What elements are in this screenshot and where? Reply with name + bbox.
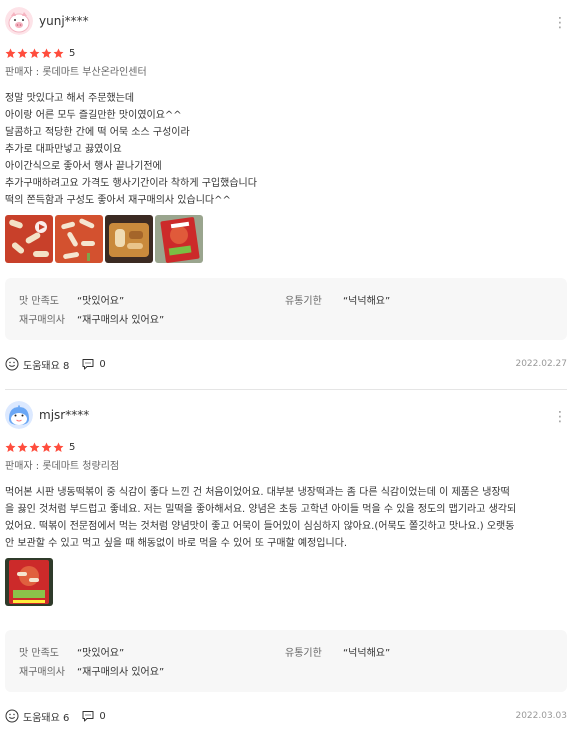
review-footer: 도움돼요 6 0 2022.03.03	[5, 704, 567, 728]
star-icon	[41, 48, 52, 58]
helpful-label: 도움돼요 6	[23, 712, 70, 724]
photo-thumbnail[interactable]	[5, 558, 53, 606]
review-date: 2022.02.27	[515, 359, 567, 369]
comment-icon	[82, 711, 94, 722]
avatar	[5, 7, 33, 35]
photo-thumbnail[interactable]	[55, 215, 103, 263]
rating: 5	[5, 438, 567, 456]
review-header: mjsr**** ⋮	[5, 394, 567, 438]
comment-button[interactable]: 0	[81, 357, 106, 371]
photo-thumbnails	[5, 215, 567, 263]
comment-icon	[82, 359, 94, 370]
taste-value: “맛있어요”	[77, 296, 125, 307]
repurchase-label: 재구매의사	[19, 667, 65, 678]
photo-thumbnails	[5, 558, 567, 606]
rating: 5	[5, 44, 567, 62]
taste-label: 맛 만족도	[19, 648, 59, 659]
smile-icon	[5, 709, 19, 723]
review-text: 먹어본 시판 냉동떡볶이 중 식감이 좋다 느낀 건 처음이었어요. 대부분 냉…	[5, 487, 517, 549]
attribute-summary: 맛 만족도 “맛있어요” 유통기한 “넉넉해요” 재구매의사 “재구매의사 있어…	[5, 278, 567, 340]
comment-count: 0	[99, 710, 106, 722]
photo-thumbnail[interactable]	[155, 215, 203, 263]
taste-label: 맛 만족도	[19, 296, 59, 307]
star-icon	[53, 48, 64, 58]
photo-thumbnail[interactable]	[5, 215, 53, 263]
review-text: 정말 맛있다고 해서 주문했는데 아이랑 어른 모두 즐길만한 맛이였이요^^ …	[5, 93, 257, 206]
more-options-icon[interactable]: ⋮	[553, 14, 567, 32]
expiry-label: 유통기한	[285, 296, 322, 307]
star-icon	[29, 442, 40, 452]
attribute-summary: 맛 만족도 “맛있어요” 유통기한 “넉넉해요” 재구매의사 “재구매의사 있어…	[5, 630, 567, 692]
review-header: yunj**** ⋮	[5, 0, 567, 44]
seller-info: 판매자 : 롯데마트 청량리점	[5, 461, 120, 472]
repurchase-value: “재구매의사 있어요”	[77, 315, 165, 326]
smile-icon	[5, 357, 19, 371]
review-date: 2022.03.03	[515, 711, 567, 721]
helpful-button[interactable]: 도움돼요 6	[5, 709, 69, 724]
star-rating	[5, 442, 64, 453]
review-footer: 도움돼요 8 0 2022.02.27	[5, 352, 567, 376]
repurchase-value: “재구매의사 있어요”	[77, 667, 165, 678]
star-rating	[5, 48, 64, 59]
star-icon	[29, 48, 40, 58]
comment-count: 0	[99, 358, 106, 370]
rating-score: 5	[69, 47, 76, 59]
review-divider	[5, 389, 567, 390]
review-card: yunj**** ⋮ 5 판매자 : 롯데마트 부산온라인센터 정말 맛있다고 …	[5, 0, 567, 376]
comment-button[interactable]: 0	[81, 709, 106, 723]
repurchase-label: 재구매의사	[19, 315, 65, 326]
seller-info: 판매자 : 롯데마트 부산온라인센터	[5, 67, 147, 78]
username: mjsr****	[39, 408, 90, 422]
taste-value: “맛있어요”	[77, 648, 125, 659]
star-icon	[5, 48, 16, 58]
more-options-icon[interactable]: ⋮	[553, 408, 567, 426]
helpful-label: 도움돼요 8	[23, 360, 70, 372]
rating-score: 5	[69, 441, 76, 453]
expiry-value: “넉넉해요”	[343, 296, 391, 307]
star-icon	[53, 442, 64, 452]
helpful-button[interactable]: 도움돼요 8	[5, 357, 69, 372]
photo-thumbnail[interactable]	[105, 215, 153, 263]
expiry-value: “넉넉해요”	[343, 648, 391, 659]
star-icon	[17, 442, 28, 452]
star-icon	[17, 48, 28, 58]
expiry-label: 유통기한	[285, 648, 322, 659]
star-icon	[41, 442, 52, 452]
review-card: mjsr**** ⋮ 5 판매자 : 롯데마트 청량리점 먹어본 시판 냉동떡볶…	[5, 394, 567, 728]
username: yunj****	[39, 14, 89, 28]
avatar	[5, 401, 33, 429]
star-icon	[5, 442, 16, 452]
